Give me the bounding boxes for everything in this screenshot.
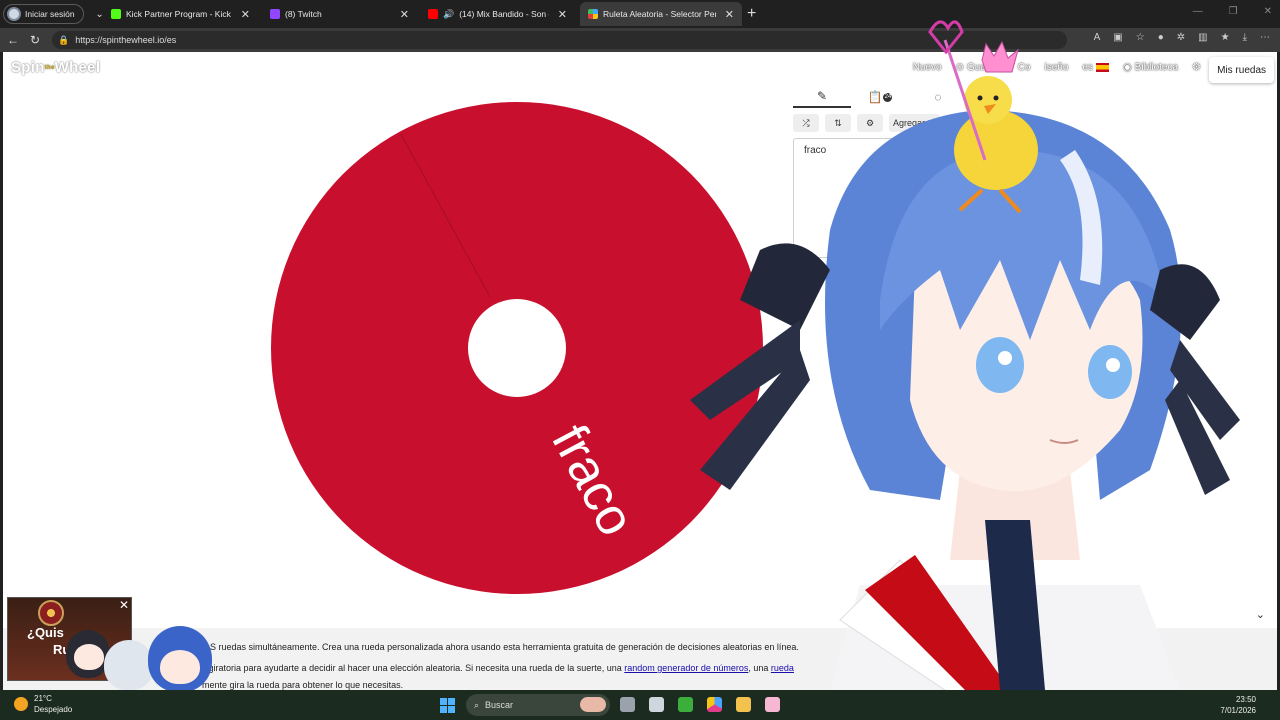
avatar-eye-shine — [998, 351, 1012, 365]
file-explorer-icon[interactable] — [736, 697, 751, 712]
copilot-icon[interactable] — [707, 697, 722, 712]
minecraft-icon[interactable] — [678, 697, 693, 712]
avatar-ribbon-tails-left — [690, 320, 810, 490]
roulette-icon — [38, 600, 64, 626]
weather-sun-icon — [14, 697, 28, 711]
search-highlight-icon[interactable] — [580, 697, 606, 712]
store-icon[interactable] — [649, 697, 664, 712]
windows-start-icon[interactable] — [440, 698, 455, 713]
search-icon: ⌕ — [474, 699, 480, 710]
chick-eye — [993, 95, 999, 101]
crown-icon — [981, 40, 1019, 73]
search-label: Buscar — [485, 700, 514, 710]
chick-eye — [977, 95, 983, 101]
weather-label: Despejado — [34, 705, 73, 714]
windows-taskbar: 21°C Despejado ⌕ Buscar 23:50 7/01/2026 — [0, 690, 1280, 720]
avatar-eye-left — [976, 337, 1024, 393]
temperature-label: 21°C — [34, 694, 52, 703]
avatar-ribbon-tails-right — [1165, 340, 1240, 495]
system-clock[interactable]: 23:50 7/01/2026 — [1220, 694, 1256, 716]
avatar-eye-shine — [1106, 358, 1120, 372]
chibi-character-icon — [104, 640, 154, 690]
close-icon[interactable]: ✕ — [119, 598, 129, 612]
promo-line-2: Ru — [53, 642, 71, 657]
date-label: 7/01/2026 — [1220, 706, 1256, 715]
avatar-ribbon-left — [740, 243, 830, 330]
task-view-icon[interactable] — [620, 697, 635, 712]
vtuber-avatar — [690, 20, 1240, 701]
chibi-face — [160, 650, 200, 684]
app-icon[interactable] — [765, 697, 780, 712]
weather-widget[interactable]: 21°C Despejado — [14, 693, 72, 715]
time-label: 23:50 — [1235, 695, 1256, 704]
promo-line-1: ¿Quis — [27, 625, 64, 640]
avatar-eye-right — [1088, 345, 1132, 399]
promo-text: ¿Quis Ru — [27, 624, 70, 658]
chibi-face — [74, 644, 104, 670]
